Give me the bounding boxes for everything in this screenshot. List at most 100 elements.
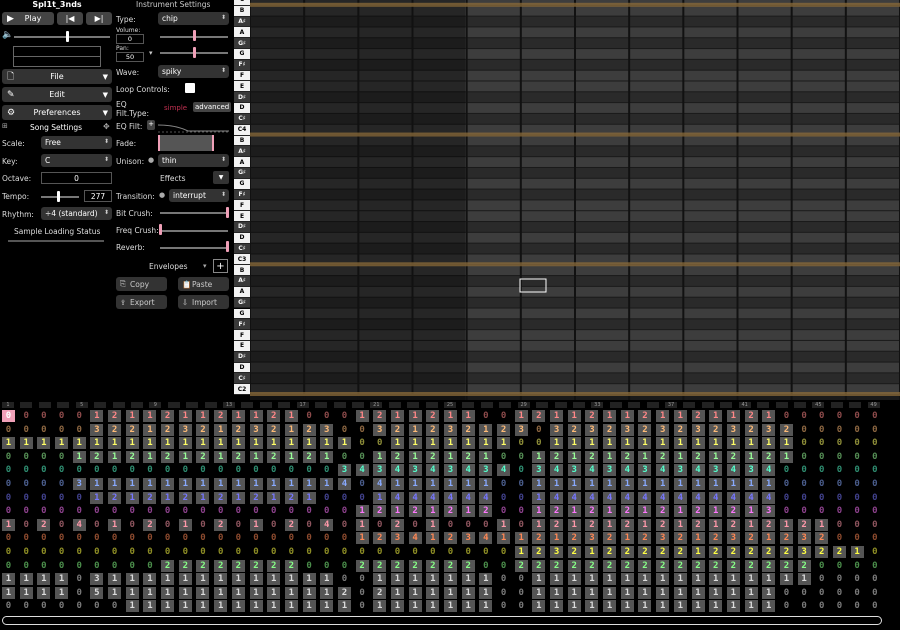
pattern-cell[interactable]: 1 bbox=[125, 586, 139, 599]
pattern-cell[interactable]: 1 bbox=[585, 600, 599, 613]
pattern-cell[interactable]: 4 bbox=[585, 464, 599, 477]
bar-number[interactable] bbox=[333, 402, 346, 408]
tempo-input[interactable]: 277 bbox=[84, 190, 112, 202]
pattern-cell[interactable]: 0 bbox=[37, 451, 50, 463]
pattern-cell[interactable]: 2 bbox=[284, 518, 298, 531]
pattern-cell[interactable]: 1 bbox=[726, 573, 740, 586]
pattern-cell[interactable]: 1 bbox=[497, 518, 511, 531]
pattern-cell[interactable]: 0 bbox=[2, 560, 15, 572]
pattern-cell[interactable]: 0 bbox=[532, 424, 545, 436]
bar-number[interactable] bbox=[315, 402, 328, 408]
pattern-cell[interactable]: 1 bbox=[302, 573, 316, 586]
pattern-cell[interactable]: 3 bbox=[373, 423, 387, 436]
pattern-cell[interactable]: 2 bbox=[709, 546, 723, 558]
pattern-cell[interactable]: 2 bbox=[125, 423, 139, 436]
pattern-cell[interactable]: 3 bbox=[656, 532, 670, 545]
pattern-cell[interactable]: 0 bbox=[868, 505, 881, 517]
pattern-cell[interactable]: 2 bbox=[744, 559, 758, 572]
pattern-cell[interactable]: 2 bbox=[603, 423, 617, 436]
pattern-cell[interactable]: 0 bbox=[515, 505, 528, 517]
pattern-cell[interactable]: 0 bbox=[20, 410, 33, 422]
pattern-cell[interactable]: 2 bbox=[585, 518, 599, 531]
pattern-cell[interactable]: 0 bbox=[196, 519, 209, 531]
pattern-cell[interactable]: 1 bbox=[532, 478, 546, 490]
pattern-cell[interactable]: 0 bbox=[37, 546, 50, 558]
pattern-cell[interactable]: 1 bbox=[762, 532, 776, 545]
pattern-cell[interactable]: 4 bbox=[726, 491, 740, 504]
pattern-cell[interactable]: 1 bbox=[461, 410, 475, 422]
pattern-cell[interactable]: 0 bbox=[303, 410, 316, 422]
pattern-cell[interactable]: 4 bbox=[744, 491, 758, 504]
pattern-cell[interactable]: 1 bbox=[673, 600, 687, 613]
pattern-cell[interactable]: 2 bbox=[620, 546, 634, 558]
pattern-cell[interactable]: 1 bbox=[37, 437, 51, 450]
pattern-cell[interactable]: 1 bbox=[744, 505, 758, 518]
pattern-cell[interactable]: 2 bbox=[214, 491, 228, 504]
pattern-cell[interactable]: 0 bbox=[497, 492, 510, 504]
pattern-cell[interactable]: 1 bbox=[143, 573, 157, 586]
pattern-cell[interactable]: 2 bbox=[673, 532, 687, 545]
pattern-cell[interactable]: 1 bbox=[125, 573, 139, 586]
piano-key[interactable]: C♯ bbox=[234, 113, 250, 125]
pattern-cell[interactable]: 1 bbox=[673, 410, 687, 422]
master-volume-slider[interactable] bbox=[14, 36, 110, 38]
pattern-cell[interactable]: 0 bbox=[833, 478, 846, 490]
pattern-cell[interactable]: 1 bbox=[125, 478, 139, 490]
pattern-cell[interactable]: 1 bbox=[373, 600, 387, 613]
pattern-cell[interactable]: 1 bbox=[390, 478, 404, 490]
pattern-cell[interactable]: 5 bbox=[90, 586, 104, 599]
pattern-cell[interactable]: 2 bbox=[815, 546, 829, 558]
pattern-cell[interactable]: 2 bbox=[691, 518, 705, 531]
pattern-cell[interactable]: 0 bbox=[55, 410, 68, 422]
pattern-cell[interactable]: 1 bbox=[620, 600, 634, 613]
pattern-cell[interactable]: 0 bbox=[37, 464, 50, 476]
piano-key[interactable]: D bbox=[234, 362, 250, 374]
pattern-cell[interactable]: 0 bbox=[868, 410, 881, 422]
pattern-cell[interactable]: 1 bbox=[408, 437, 422, 450]
pattern-cell[interactable]: 4 bbox=[550, 464, 564, 477]
piano-key[interactable]: D bbox=[234, 232, 250, 244]
pattern-cell[interactable]: 1 bbox=[267, 478, 281, 490]
pattern-cell[interactable]: 1 bbox=[550, 600, 564, 613]
pattern-cell[interactable]: 2 bbox=[762, 546, 776, 558]
pattern-cell[interactable]: 1 bbox=[178, 573, 192, 586]
pattern-cell[interactable]: 1 bbox=[108, 586, 122, 599]
pattern-cell[interactable]: 1 bbox=[444, 573, 457, 586]
pattern-cell[interactable]: 0 bbox=[356, 451, 369, 463]
pattern-cell[interactable]: 1 bbox=[408, 450, 422, 463]
pattern-cell[interactable]: 2 bbox=[426, 450, 440, 463]
pattern-cell[interactable]: 1 bbox=[355, 518, 369, 531]
pattern-cell[interactable]: 2 bbox=[408, 559, 422, 572]
pattern-cell[interactable]: 2 bbox=[585, 410, 599, 422]
pattern-cell[interactable]: 2 bbox=[797, 518, 811, 531]
pattern-cell[interactable]: 3 bbox=[514, 423, 528, 436]
pattern-cell[interactable]: 4 bbox=[656, 491, 670, 504]
pattern-cell[interactable]: 0 bbox=[338, 560, 351, 572]
pattern-cell[interactable]: 2 bbox=[620, 505, 634, 518]
pattern-cell[interactable]: 0 bbox=[851, 424, 864, 436]
next-bar-button[interactable]: ▶| bbox=[86, 12, 112, 25]
pattern-cell[interactable]: 0 bbox=[515, 451, 528, 463]
pattern-cell[interactable]: 2 bbox=[656, 559, 670, 572]
pattern-cell[interactable]: 3 bbox=[249, 423, 263, 436]
pattern-cell[interactable]: 4 bbox=[603, 491, 617, 504]
bar-number[interactable] bbox=[38, 402, 51, 408]
pattern-cell[interactable]: 1 bbox=[143, 600, 157, 613]
pattern-cell[interactable]: 0 bbox=[55, 546, 68, 558]
pattern-cell[interactable]: 1 bbox=[638, 437, 652, 450]
pattern-cell[interactable]: 1 bbox=[532, 600, 546, 613]
pattern-cell[interactable]: 4 bbox=[709, 491, 723, 504]
pattern-cell[interactable]: 0 bbox=[20, 478, 33, 490]
piano-key[interactable]: G bbox=[234, 49, 250, 60]
pattern-cell[interactable]: 2 bbox=[779, 423, 793, 436]
pattern-cell[interactable]: 0 bbox=[338, 451, 351, 463]
pattern-cell[interactable]: 4 bbox=[426, 491, 440, 504]
pattern-cell[interactable]: 1 bbox=[214, 450, 228, 463]
bar-number[interactable] bbox=[241, 402, 254, 408]
pattern-cell[interactable]: 0 bbox=[868, 546, 881, 558]
pattern-cell[interactable]: 4 bbox=[497, 464, 511, 477]
pattern-cell[interactable]: 1 bbox=[408, 410, 422, 422]
pattern-cell[interactable]: 2 bbox=[196, 423, 210, 436]
pattern-cell[interactable]: 1 bbox=[408, 423, 422, 436]
piano-key[interactable]: C♯ bbox=[234, 243, 250, 255]
